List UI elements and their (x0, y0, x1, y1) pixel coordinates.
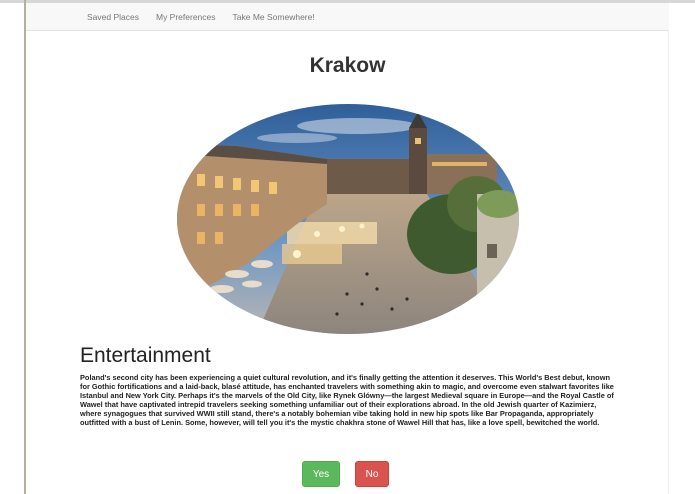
no-button[interactable]: No (355, 461, 389, 487)
nav-link-take-me-somewhere[interactable]: Take Me Somewhere! (233, 12, 315, 22)
nav-link-my-preferences[interactable]: My Preferences (156, 12, 216, 22)
city-photo (177, 104, 519, 334)
yes-button[interactable]: Yes (302, 461, 340, 487)
city-description: Poland's second city has been experienci… (80, 373, 614, 427)
nav-link-saved-places[interactable]: Saved Places (87, 12, 139, 22)
page-right-edge (668, 31, 669, 494)
page-title: Krakow (309, 54, 386, 77)
top-navbar: Saved Places My Preferences Take Me Some… (26, 3, 669, 31)
section-heading: Entertainment (80, 344, 211, 367)
